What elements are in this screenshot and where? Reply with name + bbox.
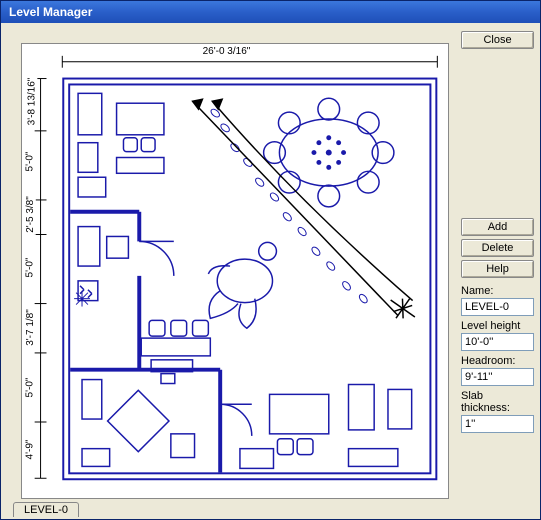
dim-left-2: 5'-0": [24, 150, 35, 174]
client-area: 26'-0 3/16" 3'-8 13/16" 5'-0" 2'-5 3/8" …: [1, 23, 540, 519]
window-title: Level Manager: [9, 5, 92, 19]
level-height-label: Level height: [461, 320, 534, 332]
level-tab-label: LEVEL-0: [24, 504, 68, 516]
level-tab[interactable]: LEVEL-0: [13, 502, 79, 517]
help-button[interactable]: Help: [461, 260, 534, 278]
titlebar: Level Manager: [1, 1, 540, 23]
sidebar: Close Add Delete Help Name: Level height…: [455, 23, 540, 519]
level-height-field[interactable]: [461, 333, 534, 351]
floorplan-svg: [22, 44, 448, 498]
name-label: Name:: [461, 285, 534, 297]
dim-left-4: 5'-0": [24, 256, 35, 280]
dim-left-5: 3'-7 1/8": [25, 307, 36, 348]
floorplan-canvas[interactable]: 26'-0 3/16" 3'-8 13/16" 5'-0" 2'-5 3/8" …: [21, 43, 449, 499]
add-button[interactable]: Add: [461, 218, 534, 236]
name-field[interactable]: [461, 298, 534, 316]
dim-left-6: 5'-0": [24, 376, 35, 400]
headroom-label: Headroom:: [461, 355, 534, 367]
dim-top: 26'-0 3/16": [201, 46, 253, 57]
dim-left-7: 4'-9": [24, 438, 35, 462]
level-manager-window: Level Manager: [0, 0, 541, 520]
spacer: [461, 52, 534, 218]
headroom-field[interactable]: [461, 368, 534, 386]
slab-label: Slab thickness:: [461, 390, 534, 414]
delete-button[interactable]: Delete: [461, 239, 534, 257]
canvas-area: 26'-0 3/16" 3'-8 13/16" 5'-0" 2'-5 3/8" …: [1, 23, 455, 519]
dim-left-1: 3'-8 13/16": [26, 76, 37, 128]
dim-left-3: 2'-5 3/8": [25, 194, 36, 235]
close-button[interactable]: Close: [461, 31, 534, 49]
slab-field[interactable]: [461, 415, 534, 433]
